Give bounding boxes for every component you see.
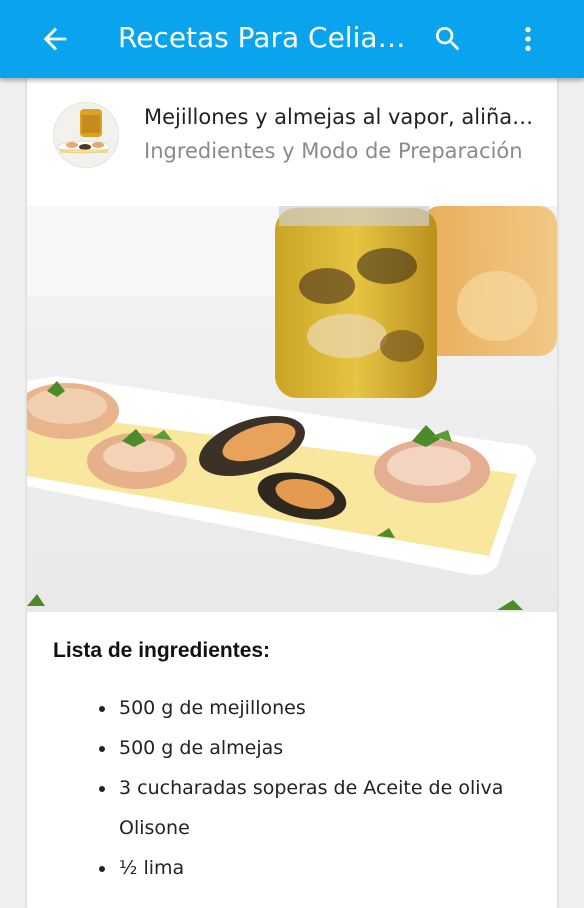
ingredients-heading: Lista de ingredientes: (53, 639, 271, 662)
list-item: 500 g de almejas (117, 728, 533, 768)
list-item: 500 g de mejillones (117, 688, 533, 728)
arrow-back-icon[interactable] (38, 22, 72, 56)
ingredients-section: Lista de ingredientes: 500 g de mejillon… (53, 636, 533, 888)
app-bar: Recetas Para Celiacos (0, 0, 584, 78)
list-item: ½ lima (117, 848, 533, 888)
recipe-title: Mejillones y almejas al vapor, aliñados (144, 105, 534, 129)
recipe-card: Mejillones y almejas al vapor, aliñados … (27, 78, 557, 908)
recipe-thumbnail (53, 102, 119, 168)
more-vert-icon[interactable] (512, 22, 544, 56)
recipe-header[interactable]: Mejillones y almejas al vapor, aliñados … (27, 78, 557, 206)
recipe-subtitle: Ingredientes y Modo de Preparación (144, 139, 523, 163)
recipe-photo (27, 206, 557, 612)
search-icon[interactable] (432, 22, 464, 56)
ingredients-list: 500 g de mejillones 500 g de almejas 3 c… (53, 688, 533, 888)
list-item: 3 cucharadas soperas de Aceite de oliva … (117, 768, 533, 848)
app-title: Recetas Para Celiacos (118, 21, 418, 54)
